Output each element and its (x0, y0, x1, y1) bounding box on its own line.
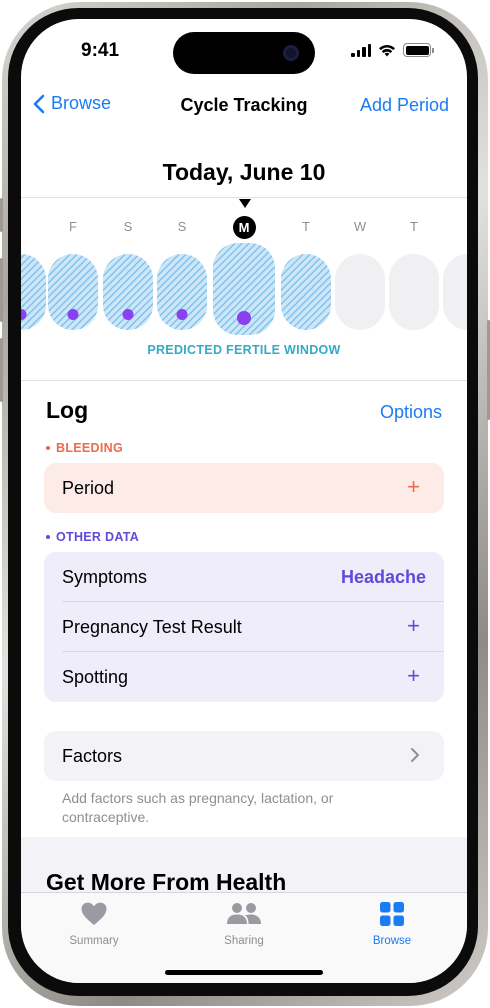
status-time: 9:41 (81, 40, 120, 61)
logged-symptom-dot (122, 309, 134, 320)
options-button[interactable]: Options (380, 402, 442, 423)
day-letter: S (123, 219, 133, 234)
add-icon[interactable]: + (407, 663, 420, 689)
other-data-card: Symptoms Headache Pregnancy Test Result … (44, 552, 444, 702)
chevron-right-icon (411, 748, 419, 762)
spotting-row[interactable]: Spotting + (44, 652, 444, 702)
calendar-day[interactable] (389, 254, 439, 330)
row-label: Factors (62, 746, 123, 766)
bleeding-section-label: BLEEDING (46, 441, 123, 455)
log-heading: Log (46, 397, 89, 423)
calendar-day-today[interactable] (213, 243, 275, 335)
status-icons (351, 43, 434, 57)
calendar-day[interactable] (443, 254, 467, 330)
calendar-day[interactable] (21, 254, 46, 330)
day-letter: S (177, 219, 187, 234)
day-letter: T (410, 219, 418, 234)
calendar-day[interactable] (157, 254, 207, 330)
day-letter: T (302, 219, 310, 234)
row-label: Period (62, 478, 115, 498)
other-data-section-text: OTHER DATA (56, 530, 140, 544)
pregnancy-test-row[interactable]: Pregnancy Test Result + (44, 602, 444, 652)
people-icon (227, 903, 261, 924)
other-data-section-label: OTHER DATA (46, 530, 139, 544)
logged-symptom-dot (176, 309, 188, 320)
camera-icon (283, 45, 299, 61)
calendar-day[interactable] (335, 254, 385, 330)
divider (21, 197, 467, 198)
logged-symptom-dot (21, 309, 27, 320)
add-icon[interactable]: + (407, 613, 420, 639)
add-period-button[interactable]: Add Period (360, 95, 449, 116)
tab-label: Sharing (224, 935, 264, 947)
date-title: Today, June 10 (162, 159, 326, 185)
row-label: Symptoms (62, 567, 148, 587)
tab-sharing[interactable]: Sharing (189, 901, 299, 947)
grid-icon (380, 902, 404, 926)
calendar-day[interactable] (281, 254, 331, 330)
row-label: Spotting (62, 667, 129, 687)
add-icon[interactable]: + (407, 474, 420, 500)
calendar-day[interactable] (48, 254, 98, 330)
side-button-volume-down (0, 338, 3, 402)
logged-symptom-dot (67, 309, 79, 320)
heart-icon (81, 902, 107, 925)
factors-footnote: Add factors such as pregnancy, lactation… (62, 790, 334, 825)
factors-card[interactable]: Factors (44, 731, 444, 781)
logged-symptom-dot (237, 311, 251, 325)
screen: 9:41 Browse Cycle Tracking Add Period To… (21, 19, 467, 983)
fertile-window-label: PREDICTED FERTILE WINDOW (147, 343, 341, 357)
symptoms-row[interactable]: Symptoms Headache (44, 552, 444, 602)
row-label: Pregnancy Test Result (62, 617, 242, 637)
symptoms-value: Headache (340, 567, 426, 587)
tab-label: Summary (69, 935, 119, 947)
divider (21, 380, 467, 381)
dynamic-island (173, 32, 315, 74)
side-button-action (0, 198, 3, 232)
bullet-icon (46, 535, 50, 539)
wifi-icon (379, 44, 395, 56)
home-indicator[interactable] (165, 970, 323, 975)
side-button-volume-up (0, 258, 3, 322)
day-letter: F (69, 219, 77, 234)
today-pointer-icon (239, 199, 251, 208)
today-day-letter: M (232, 216, 256, 239)
bullet-icon (46, 446, 50, 450)
bleeding-card: Period + (44, 463, 444, 513)
tab-summary[interactable]: Summary (39, 901, 149, 947)
navigation-bar: Browse Cycle Tracking Add Period (21, 87, 467, 127)
bleeding-section-text: BLEEDING (56, 441, 123, 455)
tab-browse[interactable]: Browse (337, 901, 447, 947)
factors-row[interactable]: Factors (44, 731, 444, 781)
calendar-day[interactable] (103, 254, 153, 330)
day-letter: W (353, 219, 367, 234)
battery-icon (403, 43, 434, 57)
period-row[interactable]: Period + (44, 463, 444, 513)
tab-label: Browse (372, 935, 412, 947)
cellular-signal-icon (351, 43, 371, 57)
